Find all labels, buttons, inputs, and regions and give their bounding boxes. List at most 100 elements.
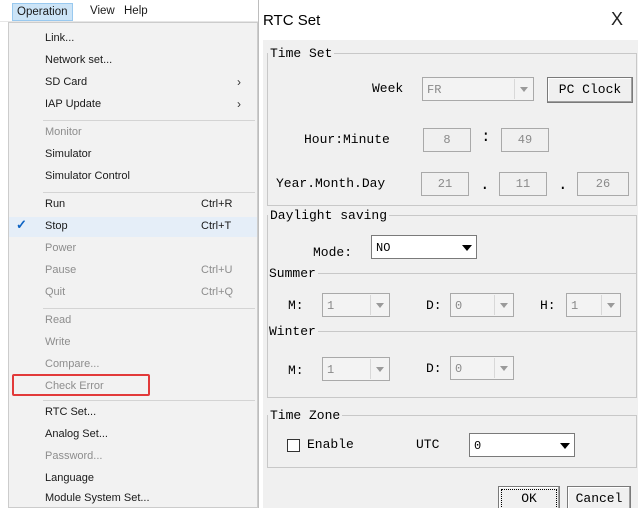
date-separator: . — [558, 176, 568, 194]
menu-item-label: Pause — [45, 264, 77, 276]
background-app-edge — [0, 22, 8, 508]
day-value: 26 — [595, 177, 611, 191]
menu-item-sd-card[interactable]: SD Card › — [9, 73, 257, 93]
hour-field[interactable]: 8 — [423, 128, 471, 152]
summer-month-select[interactable]: 1 — [322, 293, 390, 317]
month-value: 11 — [515, 177, 531, 191]
menu-operation[interactable]: Operation — [12, 3, 73, 21]
summer-hour-value: 1 — [571, 299, 579, 313]
menu-item-language[interactable]: Language — [9, 469, 257, 489]
menu-item-label: Simulator Control — [45, 170, 130, 182]
chevron-right-icon: › — [237, 97, 241, 111]
menu-help[interactable]: Help — [120, 3, 152, 21]
minute-value: 49 — [517, 133, 533, 147]
menu-item-analog-set[interactable]: Analog Set... — [9, 425, 257, 445]
enable-checkbox[interactable] — [287, 439, 300, 452]
chevron-down-icon — [494, 358, 512, 378]
shortcut-label: Ctrl+Q — [201, 286, 234, 298]
dialog-title: RTC Set — [263, 12, 321, 29]
dialog-title-bar: RTC Set X — [259, 0, 638, 40]
summer-legend: Summer — [269, 266, 316, 281]
menu-item-module-system-set[interactable]: Module System Set... — [9, 489, 257, 508]
summer-month-value: 1 — [327, 299, 335, 313]
utc-value: 0 — [474, 439, 482, 453]
rtc-set-highlight-box — [12, 374, 150, 396]
chevron-down-icon — [555, 435, 573, 455]
winter-month-select[interactable]: 1 — [322, 357, 390, 381]
hour-minute-label: Hour:Minute — [304, 132, 390, 147]
daylight-saving-legend: Daylight saving — [270, 208, 388, 223]
summer-day-label: D: — [426, 298, 442, 313]
close-icon[interactable]: X — [611, 9, 623, 30]
chevron-down-icon — [370, 295, 388, 315]
week-select[interactable]: FR — [422, 77, 534, 101]
utc-select[interactable]: 0 — [469, 433, 575, 457]
menu-separator — [43, 400, 255, 401]
summer-day-value: 0 — [455, 299, 463, 313]
shortcut-label: Ctrl+U — [201, 264, 233, 276]
day-field[interactable]: 26 — [577, 172, 629, 196]
summer-hour-select[interactable]: 1 — [566, 293, 621, 317]
summer-month-label: M: — [288, 298, 304, 313]
mode-label: Mode: — [313, 245, 353, 260]
mode-value: NO — [376, 241, 391, 255]
menu-item-label: Simulator — [45, 148, 92, 160]
minute-field[interactable]: 49 — [501, 128, 549, 152]
winter-day-select[interactable]: 0 — [450, 356, 514, 380]
menu-item-pause: Pause Ctrl+U — [9, 261, 257, 281]
menu-item-simulator[interactable]: Simulator — [9, 145, 257, 165]
chevron-down-icon — [370, 359, 388, 379]
menu-item-write: Write — [9, 333, 257, 353]
menu-item-run[interactable]: Run Ctrl+R — [9, 195, 257, 215]
shortcut-label: Ctrl+T — [201, 220, 232, 232]
menu-item-label: Quit — [45, 286, 66, 298]
month-field[interactable]: 11 — [499, 172, 547, 196]
menu-item-iap-update[interactable]: IAP Update › — [9, 95, 257, 115]
enable-label: Enable — [307, 437, 354, 452]
menu-item-password: Password... — [9, 447, 257, 467]
menu-item-label: Language — [45, 472, 94, 484]
menu-item-label: SD Card — [45, 76, 88, 88]
menu-item-simulator-control[interactable]: Simulator Control — [9, 167, 257, 187]
summer-day-select[interactable]: 0 — [450, 293, 514, 317]
year-value: 21 — [437, 177, 453, 191]
menu-item-stop[interactable]: ✓ Stop Ctrl+T — [9, 217, 257, 237]
chevron-right-icon: › — [237, 75, 241, 89]
menu-item-quit: Quit Ctrl+Q — [9, 283, 257, 303]
chevron-down-icon — [514, 79, 532, 99]
cancel-button[interactable]: Cancel — [567, 486, 631, 508]
ok-button[interactable]: OK — [498, 486, 560, 508]
winter-month-value: 1 — [327, 363, 335, 377]
menu-item-label: Run — [45, 198, 66, 210]
week-value: FR — [427, 83, 442, 97]
year-field[interactable]: 21 — [421, 172, 469, 196]
menu-item-label: Stop — [45, 220, 68, 232]
mode-select[interactable]: NO — [371, 235, 477, 259]
summer-hour-label: H: — [540, 298, 556, 313]
menu-item-label: Analog Set... — [45, 428, 108, 440]
dialog-client-area: Time Set Week FR PC Clock Hour:Minute 8 … — [263, 40, 638, 508]
menu-item-label: Power — [45, 242, 77, 254]
rtc-set-dialog: RTC Set X Time Set Week FR PC Clock Hour… — [258, 0, 638, 508]
menu-item-power: Power — [9, 239, 257, 259]
menu-separator — [43, 120, 255, 121]
menu-item-label: Read — [45, 314, 72, 326]
menu-view[interactable]: View — [86, 3, 119, 21]
time-set-legend: Time Set — [270, 46, 333, 61]
year-month-day-label: Year.Month.Day — [276, 176, 386, 191]
menu-item-network-set[interactable]: Network set... — [9, 51, 257, 71]
menu-item-label: Password... — [45, 450, 103, 462]
menu-item-label: Network set... — [45, 54, 113, 66]
menu-item-rtc-set[interactable]: RTC Set... — [9, 403, 257, 423]
menu-item-link[interactable]: Link... — [9, 29, 257, 49]
menu-item-label: RTC Set... — [45, 406, 97, 418]
pc-clock-button[interactable]: PC Clock — [547, 77, 633, 103]
menu-item-label: Link... — [45, 32, 75, 44]
chevron-down-icon — [494, 295, 512, 315]
menu-item-label: Module System Set... — [45, 492, 150, 504]
menu-separator — [43, 192, 255, 193]
menu-item-label: Compare... — [45, 358, 100, 370]
hour-value: 8 — [443, 133, 451, 147]
operation-dropdown-menu: Link... Network set... SD Card › IAP Upda… — [8, 22, 258, 508]
menu-item-label: IAP Update — [45, 98, 102, 110]
